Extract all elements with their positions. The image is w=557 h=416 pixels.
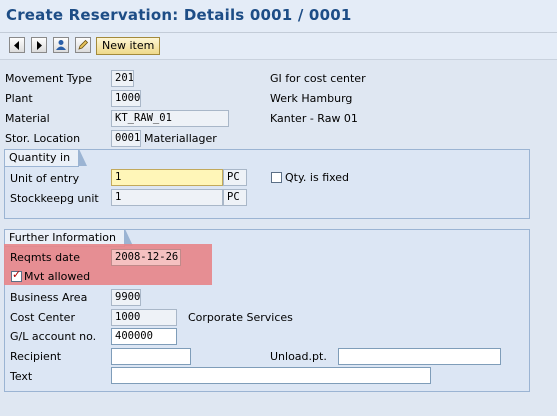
business-area-field[interactable]: 9900 bbox=[111, 289, 141, 306]
plant-text: Werk Hamburg bbox=[270, 92, 353, 105]
page-title: Create Reservation: Details 0001 / 0001 bbox=[6, 6, 352, 24]
title-bar: Create Reservation: Details 0001 / 0001 bbox=[0, 0, 557, 33]
unit-of-entry-field[interactable]: 1 bbox=[111, 169, 223, 186]
text-field[interactable] bbox=[111, 367, 431, 384]
gl-account-label: G/L account no. bbox=[10, 330, 97, 343]
stor-location-label: Stor. Location bbox=[5, 132, 81, 145]
quantity-group: Quantity in bbox=[4, 149, 530, 219]
person-button[interactable] bbox=[53, 37, 69, 53]
quantity-group-title: Quantity in bbox=[5, 149, 88, 167]
cost-center-text: Corporate Services bbox=[188, 311, 293, 324]
stor-location-text: Materiallager bbox=[144, 132, 217, 145]
text-label: Text bbox=[10, 370, 33, 383]
person-icon bbox=[56, 40, 66, 50]
plant-label: Plant bbox=[5, 92, 33, 105]
unit-of-entry-uom-field[interactable]: PC bbox=[223, 169, 247, 186]
reqmts-date-field[interactable]: 2008-12-26 bbox=[111, 249, 181, 266]
gl-account-field[interactable]: 400000 bbox=[111, 328, 177, 345]
unit-of-entry-label: Unit of entry bbox=[10, 172, 80, 185]
plant-field[interactable]: 1000 bbox=[111, 90, 141, 107]
unload-pt-field[interactable] bbox=[338, 348, 501, 365]
pencil-icon bbox=[78, 39, 89, 50]
recipient-label: Recipient bbox=[10, 350, 62, 363]
cost-center-field[interactable]: 1000 bbox=[111, 309, 177, 326]
business-area-label: Business Area bbox=[10, 291, 88, 304]
recipient-field[interactable] bbox=[111, 348, 191, 365]
stor-location-field[interactable]: 0001 bbox=[111, 130, 141, 147]
application-toolbar: New item bbox=[0, 33, 557, 60]
mvt-allowed-checkbox[interactable] bbox=[11, 268, 22, 282]
cost-center-label: Cost Center bbox=[10, 311, 75, 324]
material-text: Kanter - Raw 01 bbox=[270, 112, 358, 125]
movement-type-text: GI for cost center bbox=[270, 72, 366, 85]
new-item-button[interactable]: New item bbox=[96, 37, 161, 55]
stockkeeping-unit-label: Stockkeepg unit bbox=[10, 192, 99, 205]
movement-type-label: Movement Type bbox=[5, 72, 93, 85]
triangle-right-icon bbox=[37, 40, 42, 50]
stockkeeping-unit-field[interactable]: 1 bbox=[111, 189, 223, 206]
next-item-button[interactable] bbox=[31, 37, 47, 53]
qty-fixed-label: Qty. is fixed bbox=[285, 171, 350, 184]
qty-fixed-checkbox[interactable] bbox=[271, 172, 282, 183]
movement-type-field[interactable]: 201 bbox=[111, 70, 134, 87]
material-field[interactable]: KT_RAW_01 bbox=[111, 110, 229, 127]
unload-pt-label: Unload.pt. bbox=[270, 350, 327, 363]
stockkeeping-uom-field[interactable]: PC bbox=[223, 189, 247, 206]
mvt-allowed-label: Mvt allowed bbox=[24, 270, 91, 283]
reqmts-date-label: Reqmts date bbox=[10, 251, 80, 264]
material-label: Material bbox=[5, 112, 50, 125]
edit-button[interactable] bbox=[75, 37, 91, 53]
previous-item-button[interactable] bbox=[9, 37, 25, 53]
triangle-left-icon bbox=[14, 40, 19, 50]
